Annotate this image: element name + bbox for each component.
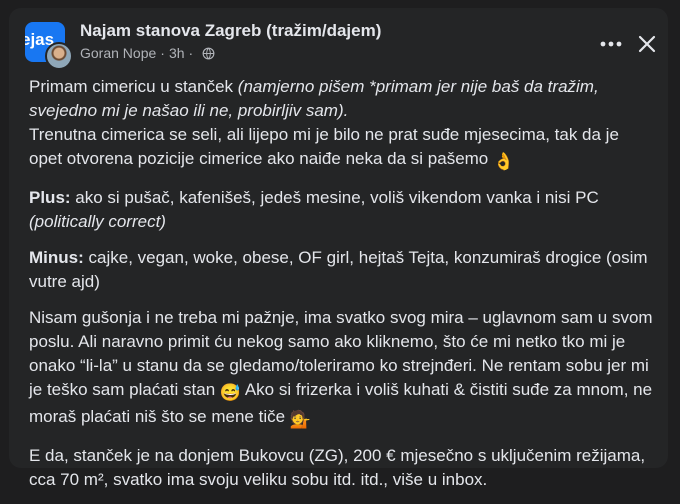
ok-hand-emoji-icon: 👌 [493, 152, 515, 171]
globe-icon [202, 47, 215, 59]
post-card: ejas Najam stanova Zagreb (tražim/dajem)… [9, 8, 668, 489]
person-tipping-hand-emoji-icon: 💁 [289, 410, 311, 429]
more-options-button[interactable] [597, 30, 625, 58]
plus-label: Plus: [29, 188, 71, 207]
post-paragraph: Plus: ako si pušač, kafenišeš, jedeš mes… [29, 186, 654, 234]
paragraph-text: E da, stanček je na donjem Bukovcu (ZG),… [29, 446, 646, 489]
paragraph-text: Trenutna cimerica se seli, ali lijepo mi… [29, 125, 619, 168]
minus-label: Minus: [29, 248, 84, 267]
close-button[interactable] [633, 30, 661, 58]
meta-separator: · [160, 45, 165, 61]
post-paragraph: E da, stanček je na donjem Bukovcu (ZG),… [29, 444, 654, 492]
post-body: Primam cimericu u stanček (namjerno piše… [29, 75, 654, 504]
meta-separator-2: · [188, 45, 194, 61]
sweat-smile-emoji-icon: 😅 [219, 383, 242, 402]
paragraph-text: ako si pušač, kafenišeš, jedeš mesine, v… [70, 188, 599, 207]
paragraph-text: cajke, vegan, woke, obese, OF girl, hejt… [29, 248, 648, 291]
post-header: ejas Najam stanova Zagreb (tražim/dajem)… [25, 20, 656, 72]
paragraph-italic: (politically correct) [29, 212, 166, 231]
close-icon [638, 35, 656, 53]
user-avatar[interactable] [45, 42, 73, 70]
avatar-group[interactable]: ejas [25, 22, 73, 70]
more-horizontal-icon [600, 41, 622, 47]
post-meta: Goran Nope · 3h · [80, 45, 215, 61]
post-paragraph: Primam cimericu u stanček (namjerno piše… [29, 75, 654, 174]
post-time[interactable]: 3h [169, 45, 185, 61]
post-paragraph: Minus: cajke, vegan, woke, obese, OF gir… [29, 246, 654, 294]
group-name-link[interactable]: Najam stanova Zagreb (tražim/dajem) [80, 21, 381, 41]
paragraph-text: Primam cimericu u stanček [29, 77, 238, 96]
post-paragraph: Nisam gušonja i ne treba mi pažnje, ima … [29, 306, 654, 432]
author-link[interactable]: Goran Nope [80, 45, 156, 61]
